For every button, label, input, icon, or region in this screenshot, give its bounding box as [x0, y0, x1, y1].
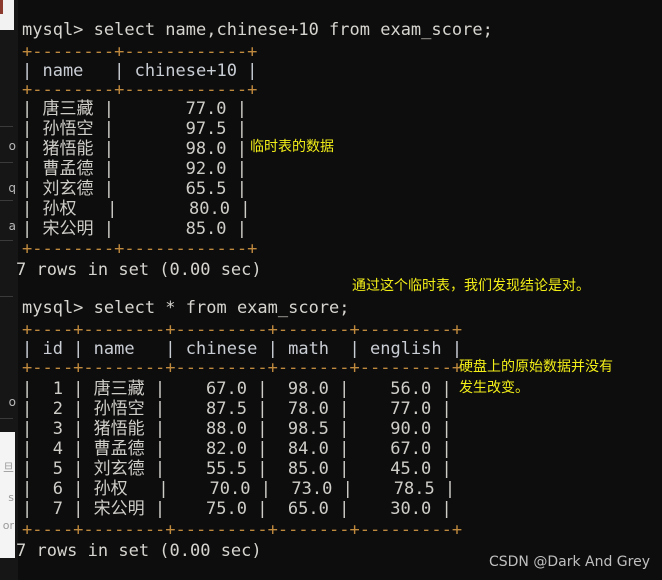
- background-panel-fragment: 旦: [3, 462, 14, 473]
- status-line-2: 7 rows in set (0.00 sec): [16, 541, 262, 561]
- background-text-fragment: q: [8, 182, 16, 194]
- status-line-1: 7 rows in set (0.00 sec): [16, 260, 262, 280]
- table1-top-rule: +--------+------------+: [22, 42, 258, 62]
- table2-header-row: | id | name | chinese | math | english |: [22, 339, 463, 359]
- background-panel-fragment: or: [2, 520, 14, 531]
- table-row: | 刘玄德 | 65.5 |: [22, 179, 247, 199]
- table-row: | 4 | 曹孟德 | 82.0 | 84.0 | 67.0 |: [22, 439, 452, 459]
- table2-bottom-rule: +----+--------+---------+-------+-------…: [22, 520, 463, 540]
- table1-header-row: | name | chinese+10 |: [22, 61, 258, 81]
- background-panel-fragment: s: [8, 492, 14, 503]
- table-row: | 曹孟德 | 92.0 |: [22, 159, 247, 179]
- background-text-fragment: o: [8, 396, 16, 408]
- background-divider: [0, 240, 13, 241]
- background-divider: [0, 418, 13, 419]
- annotation-note-3-line-1: 硬盘上的原始数据并没有: [459, 359, 613, 375]
- background-divider: [0, 162, 13, 163]
- table2-top-rule: +----+--------+---------+-------+-------…: [22, 320, 463, 340]
- background-divider: [0, 296, 13, 297]
- table-row: | 6 | 孙权 | 70.0 | 73.0 | 78.5 |: [22, 479, 456, 499]
- table-row: | 猪悟能 | 98.0 |: [22, 139, 247, 159]
- table-row: | 2 | 孙悟空 | 87.5 | 78.0 | 77.0 |: [22, 399, 452, 419]
- annotation-note-1: 临时表的数据: [250, 139, 334, 155]
- background-divider: [0, 126, 13, 127]
- table1-bottom-rule: +--------+------------+: [22, 239, 258, 259]
- mysql-prompt: mysql>: [22, 20, 94, 40]
- annotation-note-3-line-2: 发生改变。: [459, 380, 529, 396]
- background-text-fragment: a: [8, 220, 16, 232]
- background-red-marker: [0, 0, 3, 14]
- background-text-fragment: o: [8, 140, 16, 152]
- table-row: | 孙权 | 80.0 |: [22, 199, 251, 219]
- table-row: | 3 | 猪悟能 | 88.0 | 98.5 | 90.0 |: [22, 419, 452, 439]
- table-row: | 唐三藏 | 77.0 |: [22, 99, 247, 119]
- annotation-note-2: 通过这个临时表，我们发现结论是对。: [352, 278, 590, 294]
- query-text-1: select name,chinese+10 from exam_score;: [93, 20, 493, 40]
- table-row: | 宋公明 | 85.0 |: [22, 219, 247, 239]
- table2-mid-rule: +----+--------+---------+-------+-------…: [22, 358, 463, 378]
- csdn-watermark: CSDN @Dark And Grey: [488, 554, 650, 570]
- table-row: | 孙悟空 | 97.5 |: [22, 119, 247, 139]
- prompt-line-1: mysql> select name,chinese+10 from exam_…: [22, 22, 493, 39]
- table-row: | 1 | 唐三藏 | 67.0 | 98.0 | 56.0 |: [22, 379, 452, 399]
- mysql-prompt: mysql>: [22, 298, 94, 318]
- table-row: | 5 | 刘玄德 | 55.5 | 85.0 | 45.0 |: [22, 459, 452, 479]
- background-divider: [0, 200, 13, 201]
- prompt-line-2: mysql> select * from exam_score;: [22, 300, 350, 317]
- table1-mid-rule: +--------+------------+: [22, 80, 258, 100]
- table-row: | 7 | 宋公明 | 75.0 | 65.0 | 30.0 |: [22, 499, 452, 519]
- query-text-2: select * from exam_score;: [93, 298, 350, 318]
